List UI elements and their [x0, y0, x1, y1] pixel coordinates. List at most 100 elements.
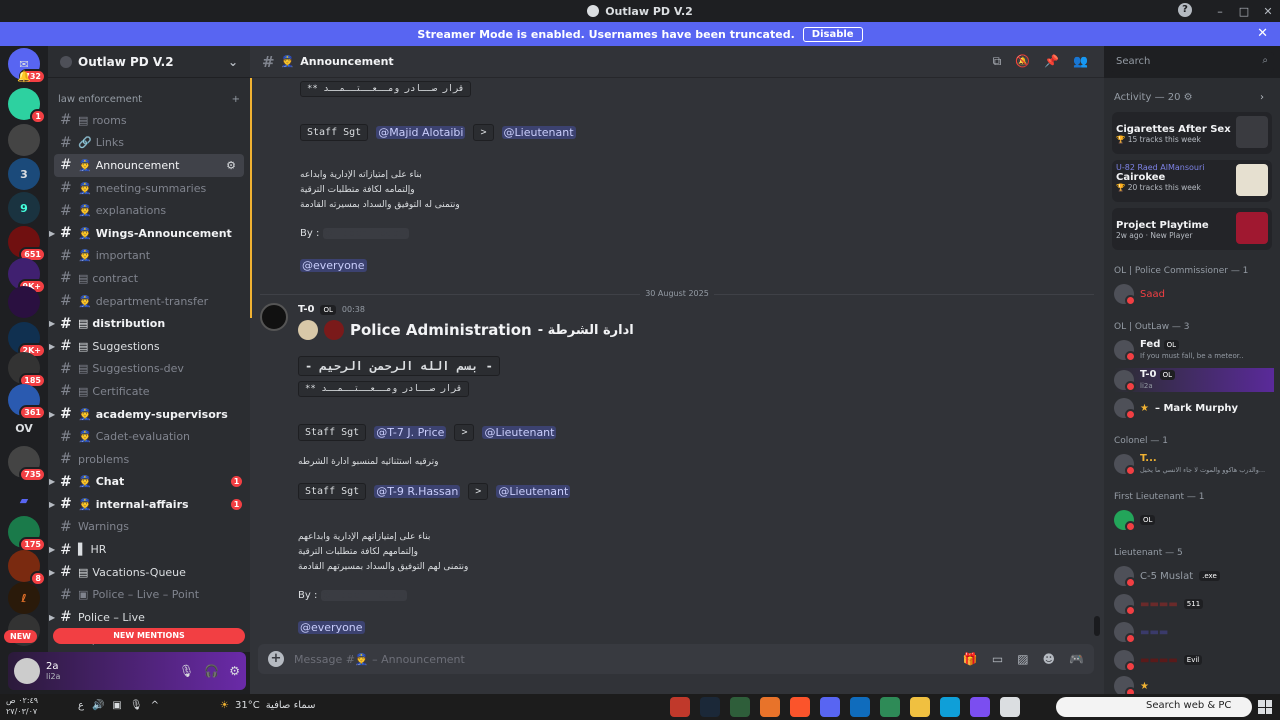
gif-icon[interactable]: ▭ — [992, 652, 1003, 666]
everyone-mention[interactable]: @everyone — [300, 259, 367, 272]
server-icon[interactable]: 1 — [8, 88, 46, 124]
apps-icon[interactable]: 🎮 — [1069, 652, 1084, 666]
edge-icon[interactable] — [940, 697, 960, 717]
sticker-icon[interactable]: ▨ — [1017, 652, 1028, 666]
channel-hr[interactable]: ▶ # ▌ HR — [48, 538, 250, 561]
channel-contract[interactable]: # ▤ contract — [48, 267, 250, 290]
threads-icon[interactable]: ⧉ — [993, 54, 1002, 69]
chevron-down-icon[interactable]: ⌄ — [228, 55, 238, 69]
mic-icon[interactable]: 🎙 — [130, 700, 143, 711]
activity-card[interactable]: U-82 Raed AlMansouri Cairokee 🏆 20 track… — [1112, 160, 1272, 202]
emoji-icon[interactable]: ☻ — [1043, 652, 1056, 666]
new-mentions-bar[interactable]: NEW MENTIONS — [53, 628, 245, 644]
maximize-icon[interactable]: □ — [1232, 5, 1256, 18]
new-indicator[interactable]: NEW — [4, 628, 37, 644]
server-icon[interactable]: 175 — [8, 516, 46, 552]
server-icon[interactable] — [8, 124, 40, 156]
channel-suggestions[interactable]: ▶ # ▤ Suggestions — [48, 335, 250, 358]
weather-widget[interactable]: ☀ 31°C سماء صافية — [220, 700, 315, 711]
channel-internal-affairs[interactable]: ▶ # 👮 internal-affairs 1 — [48, 493, 250, 516]
member-item[interactable]: T... والدرب هاكوو والموت لا جاء الانسي ما… — [1114, 452, 1265, 476]
server-icon[interactable]: 9 — [8, 192, 40, 224]
everyone-mention[interactable]: @everyone — [298, 621, 365, 634]
gear-icon[interactable]: ⚙ — [229, 664, 240, 678]
member-item[interactable]: C-5 Muslat .exe — [1114, 564, 1220, 588]
channel-announcement[interactable]: # 👮 Announcement ⚙ — [54, 154, 244, 177]
role-mention[interactable]: @Lieutenant — [501, 126, 576, 139]
member-item[interactable]: OL — [1114, 508, 1156, 532]
members-icon[interactable]: 👥 — [1073, 54, 1088, 69]
server-icon[interactable]: 735 — [8, 446, 46, 482]
volume-icon[interactable]: 🔊 — [92, 700, 104, 711]
avatar[interactable] — [260, 303, 288, 331]
member-item[interactable]: ▬▬▬ — [1114, 620, 1168, 644]
folder-icon[interactable]: ▰ — [8, 484, 40, 516]
mute-bell-icon[interactable]: 🔕 — [1015, 54, 1030, 69]
message-composer[interactable]: + Message #👮 – Announcement 🎁 ▭ ▨ ☻ 🎮 — [258, 644, 1094, 674]
server-icon[interactable]: 185 — [8, 352, 46, 388]
channel-explanations[interactable]: # 👮 explanations — [48, 199, 250, 222]
role-mention[interactable]: @Lieutenant — [482, 426, 557, 439]
clock-date[interactable]: ٢٧/٠٣/٠٧ — [6, 706, 38, 717]
member-item[interactable]: ★ — [1114, 674, 1149, 694]
microphone-icon[interactable]: 🎙 — [179, 664, 194, 678]
channel-police-live-point[interactable]: # ▣ Police – Live – Point — [48, 583, 250, 606]
activity-card[interactable]: Cigarettes After Sex 🏆 15 tracks this we… — [1112, 112, 1272, 154]
member-item[interactable]: ▬▬▬▬ 511 — [1114, 592, 1204, 616]
member-item[interactable]: ★ – Mark Murphy — [1114, 396, 1238, 420]
channel-department-transfer[interactable]: # 👮 department-transfer — [48, 290, 250, 313]
server-icon[interactable]: 651 — [8, 226, 46, 262]
steam-icon[interactable] — [700, 697, 720, 717]
server-icon-ov[interactable]: OV — [8, 412, 40, 444]
network-icon[interactable]: ▣ — [112, 700, 121, 711]
role-mention[interactable]: @Lieutenant — [496, 485, 571, 498]
language-indicator[interactable]: ع — [78, 700, 84, 711]
app-icon[interactable] — [670, 697, 690, 717]
explorer-icon[interactable] — [910, 697, 930, 717]
member-item[interactable]: T-0 OL li2a — [1114, 368, 1274, 392]
app-icon[interactable] — [760, 697, 780, 717]
gift-icon[interactable]: 🎁 — [963, 652, 978, 666]
app-icon[interactable] — [730, 697, 750, 717]
app-icon[interactable] — [1000, 697, 1020, 717]
server-icon[interactable]: ℓ — [8, 582, 40, 614]
add-channel-icon[interactable]: + — [232, 94, 240, 105]
brave-icon[interactable] — [790, 697, 810, 717]
server-icon[interactable]: 2K+ — [8, 322, 46, 358]
member-item[interactable]: Fed OL If you must fall, be a meteor.. — [1114, 338, 1243, 362]
channel-police-live[interactable]: ▶ # Police – Live — [48, 606, 250, 629]
tray-chevron-icon[interactable]: ^ — [151, 700, 159, 711]
store-icon[interactable] — [880, 697, 900, 717]
channel-academy-supervisors[interactable]: ▶ # 👮 academy-supervisors — [48, 403, 250, 426]
member-item[interactable]: ▬▬▬▬ Evil — [1114, 648, 1203, 672]
windows-start-icon[interactable] — [1258, 700, 1272, 714]
channel-certificate[interactable]: # ▤ Certificate — [48, 380, 250, 403]
user-mention[interactable]: @T-9 R.Hassan — [374, 485, 461, 498]
channel-vacations-queue[interactable]: ▶ # ▤ Vacations-Queue — [48, 561, 250, 584]
channel-links[interactable]: # 🔗 Links — [48, 132, 250, 155]
category-header[interactable]: law enforcement + — [48, 78, 250, 109]
avatar[interactable] — [14, 658, 40, 684]
channel-problems[interactable]: # problems — [48, 448, 250, 471]
help-icon[interactable]: ? — [1178, 3, 1192, 17]
channel-wings-announcement[interactable]: ▶ # 👮 Wings-Announcement — [48, 222, 250, 245]
author-name[interactable]: T-0 — [298, 304, 314, 315]
close-window-icon[interactable]: ✕ — [1256, 5, 1280, 18]
user-mention[interactable]: @Majid Alotaibi — [376, 126, 466, 139]
minimize-icon[interactable]: – — [1208, 5, 1232, 18]
clock-time[interactable]: ٠٢:٤٩ ص — [6, 695, 38, 706]
copilot-icon[interactable] — [970, 697, 990, 717]
pin-icon[interactable]: 📌 — [1044, 54, 1059, 69]
member-item[interactable]: Saad — [1114, 282, 1165, 306]
disable-button[interactable]: Disable — [802, 26, 863, 42]
activity-card[interactable]: Project Playtime 2w ago · New Player — [1112, 208, 1272, 250]
message-input[interactable]: Message #👮 – Announcement — [294, 653, 465, 666]
gear-icon[interactable]: ⚙ — [226, 159, 236, 172]
channel-warnings[interactable]: # Warnings — [48, 516, 250, 539]
channel-chat[interactable]: ▶ # 👮 Chat 1 — [48, 471, 250, 494]
channel-important[interactable]: # 👮 important — [48, 245, 250, 268]
search-input[interactable]: Search ⌕ — [1110, 52, 1274, 72]
channel-meeting-summaries[interactable]: # 👮 meeting-summaries — [48, 177, 250, 200]
channel-suggestions-dev[interactable]: # ▤ Suggestions-dev — [48, 358, 250, 381]
server-icon[interactable]: 8 — [8, 550, 46, 586]
